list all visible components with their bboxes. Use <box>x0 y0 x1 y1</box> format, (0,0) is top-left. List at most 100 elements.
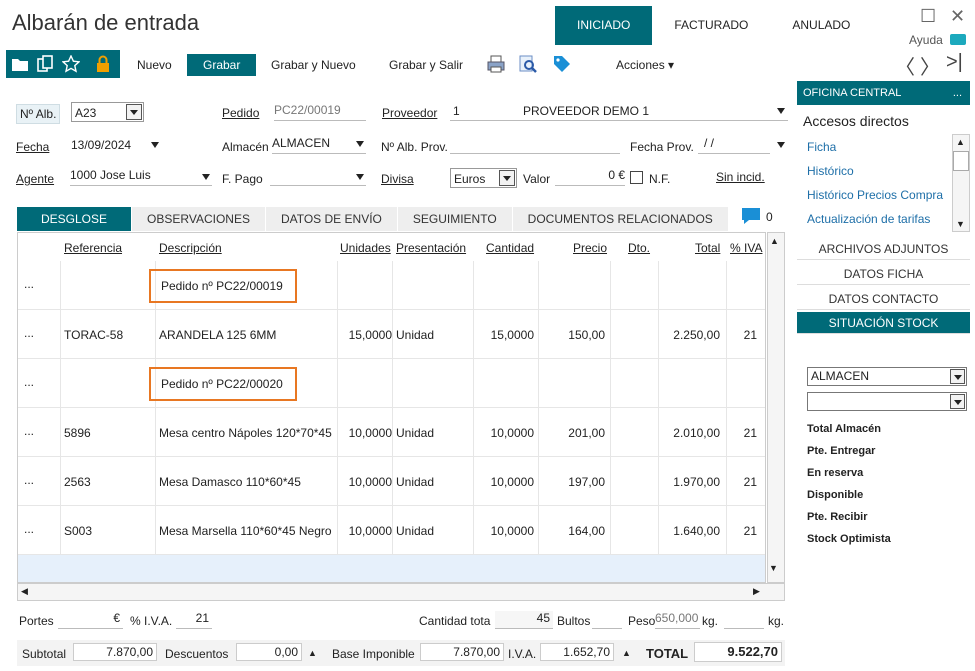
last-record-icon[interactable]: >| <box>946 51 963 74</box>
fecha-prov-field[interactable]: / / <box>698 136 770 154</box>
almacen-field[interactable]: ALMACEN <box>272 136 366 154</box>
accesos-scroll-down-icon[interactable]: ▼ <box>956 219 965 229</box>
status-facturado[interactable]: FACTURADO <box>652 6 771 45</box>
col-descripcion[interactable]: Descripción <box>159 241 222 255</box>
table-row[interactable]: ... Pedido nº PC22/00020 <box>18 359 765 408</box>
peso-2-field[interactable] <box>724 611 764 629</box>
maximize-icon[interactable]: ☐ <box>920 6 936 27</box>
row-menu-icon[interactable]: ... <box>24 277 34 291</box>
cell-unidades[interactable]: 15,0000 <box>349 328 392 342</box>
scroll-up-icon[interactable]: ▲ <box>770 236 779 246</box>
cell-unidades[interactable]: 10,0000 <box>349 475 392 489</box>
next-record-icon[interactable]: 〉 <box>920 51 940 80</box>
cell-total[interactable]: 2.010,00 <box>673 426 720 440</box>
cell-presentacion[interactable]: Unidad <box>396 328 434 342</box>
lock-icon[interactable] <box>94 55 112 73</box>
tab-observaciones[interactable]: OBSERVACIONES <box>132 207 265 231</box>
cell-unidades[interactable]: 10,0000 <box>349 426 392 440</box>
pedido-label[interactable]: Pedido <box>222 106 259 120</box>
office-header[interactable]: OFICINA CENTRAL... <box>797 81 970 105</box>
n-alb-prov-field[interactable] <box>450 136 620 154</box>
link-historico[interactable]: Histórico <box>807 164 854 178</box>
tab-desglose[interactable]: DESGLOSE <box>17 207 132 231</box>
col-dto[interactable]: Dto. <box>628 241 650 255</box>
cell-iva[interactable]: 21 <box>744 426 757 440</box>
office-more-icon[interactable]: ... <box>953 81 962 105</box>
cell-precio[interactable]: 164,00 <box>568 524 605 538</box>
grid-horizontal-scrollbar[interactable]: ◀ ▶ <box>17 583 785 601</box>
accesos-scroll-up-icon[interactable]: ▲ <box>956 137 965 147</box>
section-datos-ficha[interactable]: DATOS FICHA <box>797 263 970 285</box>
tag-icon[interactable] <box>552 54 572 74</box>
status-anulado[interactable]: ANULADO <box>770 6 873 45</box>
cell-cantidad[interactable]: 15,0000 <box>491 328 534 342</box>
cell-descripcion[interactable]: Mesa centro Nápoles 120*70*45 <box>159 426 332 440</box>
cell-descripcion[interactable]: Pedido nº PC22/00019 <box>149 269 297 303</box>
nuevo-button[interactable]: Nuevo <box>127 54 182 76</box>
folder-icon[interactable] <box>11 55 29 73</box>
grabar-y-nuevo-button[interactable]: Grabar y Nuevo <box>261 54 366 76</box>
book-icon[interactable] <box>950 34 966 45</box>
cell-presentacion[interactable]: Unidad <box>396 475 434 489</box>
tab-seguimiento[interactable]: SEGUIMIENTO <box>397 207 512 231</box>
n-alb-dropdown-icon[interactable] <box>126 104 142 120</box>
accesos-scroll-thumb[interactable] <box>953 151 969 171</box>
cell-descripcion[interactable]: ARANDELA 125 6MM <box>159 328 276 342</box>
close-icon[interactable]: ✕ <box>950 6 965 27</box>
portes-field[interactable]: € <box>58 611 123 629</box>
copy-icon[interactable] <box>36 55 54 73</box>
n-alb-select[interactable]: A23 <box>71 102 144 122</box>
cell-unidades[interactable]: 10,0000 <box>349 524 392 538</box>
descuentos-expand-icon[interactable]: ▲ <box>308 648 317 658</box>
proveedor-name[interactable]: PROVEEDOR DEMO 1 <box>523 104 649 118</box>
link-historico-precios[interactable]: Histórico Precios Compra <box>807 188 943 202</box>
stock-filter-select[interactable] <box>807 392 967 411</box>
peso-field[interactable]: 650,000 <box>655 611 700 629</box>
cell-referencia[interactable]: 5896 <box>64 426 91 440</box>
scroll-left-icon[interactable]: ◀ <box>21 586 28 597</box>
almacen-dropdown-icon[interactable] <box>356 141 364 147</box>
cell-cantidad[interactable]: 10,0000 <box>491 475 534 489</box>
preview-icon[interactable] <box>518 54 538 74</box>
section-situacion-stock[interactable]: SITUACIÓN STOCK <box>797 312 970 334</box>
divisa-select[interactable]: Euros <box>450 168 517 188</box>
cell-referencia[interactable]: 2563 <box>64 475 91 489</box>
sin-incid-link[interactable]: Sin incid. <box>716 170 765 184</box>
cell-total[interactable]: 1.970,00 <box>673 475 720 489</box>
cell-iva[interactable]: 21 <box>744 328 757 342</box>
cell-referencia[interactable]: S003 <box>64 524 92 538</box>
cell-descripcion[interactable]: Pedido nº PC22/00020 <box>149 367 297 401</box>
col-unidades[interactable]: Unidades <box>340 241 391 255</box>
link-ficha[interactable]: Ficha <box>807 140 836 154</box>
fecha-label[interactable]: Fecha <box>16 140 49 154</box>
cell-precio[interactable]: 150,00 <box>568 328 605 342</box>
cell-referencia[interactable]: TORAC-58 <box>64 328 123 342</box>
help-link[interactable]: Ayuda <box>909 33 943 47</box>
grid-new-row[interactable] <box>18 555 765 582</box>
row-menu-icon[interactable]: ... <box>24 473 34 487</box>
nf-checkbox[interactable] <box>630 171 643 184</box>
fpago-field[interactable] <box>270 168 366 186</box>
table-row[interactable]: ... Pedido nº PC22/00019 <box>18 261 765 310</box>
scroll-down-icon[interactable]: ▼ <box>769 563 778 573</box>
stock-almacen-select[interactable]: ALMACEN <box>807 367 967 386</box>
fecha-calendar-icon[interactable] <box>151 142 159 148</box>
cell-descripcion[interactable]: Mesa Damasco 110*60*45 <box>159 475 301 489</box>
stock-almacen-dropdown-icon[interactable] <box>950 369 965 384</box>
cell-iva[interactable]: 21 <box>744 524 757 538</box>
fpago-dropdown-icon[interactable] <box>356 174 364 180</box>
stock-filter-dropdown-icon[interactable] <box>950 394 965 409</box>
row-menu-icon[interactable]: ... <box>24 424 34 438</box>
agente-dropdown-icon[interactable] <box>202 174 210 180</box>
col-precio[interactable]: Precio <box>573 241 607 255</box>
comment-icon[interactable] <box>740 206 762 226</box>
table-row[interactable]: ... 5896 Mesa centro Nápoles 120*70*45 10,0… <box>18 408 765 457</box>
row-menu-icon[interactable]: ... <box>24 375 34 389</box>
col-presentacion[interactable]: Presentación <box>396 241 466 255</box>
acciones-menu[interactable]: Acciones ▾ <box>606 54 684 76</box>
cell-total[interactable]: 2.250,00 <box>673 328 720 342</box>
cell-presentacion[interactable]: Unidad <box>396 524 434 538</box>
proveedor-label[interactable]: Proveedor <box>382 106 437 120</box>
valor-field[interactable]: 0 € <box>555 168 625 186</box>
divisa-dropdown-icon[interactable] <box>499 170 515 186</box>
